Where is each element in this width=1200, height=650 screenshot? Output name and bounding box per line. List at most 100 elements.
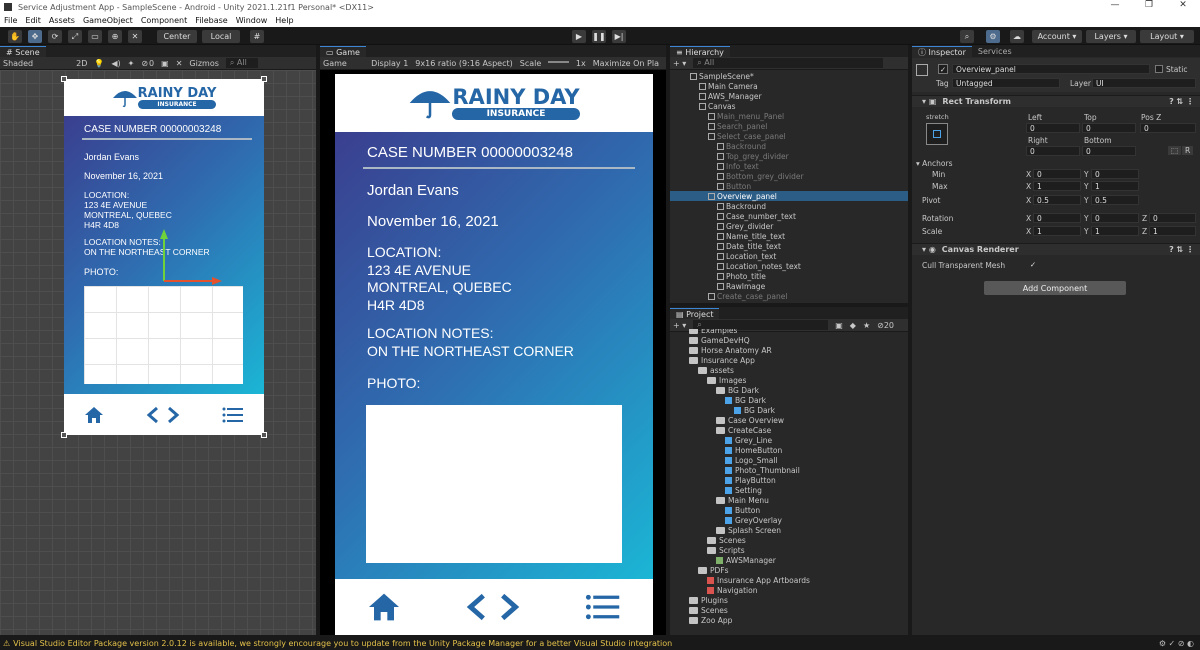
rotation-z-field[interactable]: 0 [1149, 213, 1196, 223]
project-item[interactable]: BG Dark [670, 385, 908, 395]
raw-edit-mode-icon[interactable]: R [1182, 146, 1194, 155]
scale-x-field[interactable]: 1 [1033, 226, 1081, 236]
toggle-2d-button[interactable]: 2D [76, 59, 87, 68]
posz-field[interactable]: 0 [1140, 123, 1196, 133]
menu-assets[interactable]: Assets [49, 16, 75, 25]
rect-handle-top-right[interactable] [261, 76, 267, 82]
aspect-dropdown[interactable]: 9x16 ratio (9:16 Aspect) [415, 59, 512, 68]
hierarchy-search-input[interactable]: ⌕ All [693, 58, 884, 68]
home-icon[interactable] [84, 406, 104, 424]
tab-inspector[interactable]: ⓘ Inspector [912, 46, 972, 57]
project-item[interactable]: Scenes [670, 605, 908, 615]
game-mode-dropdown[interactable]: Game [323, 59, 364, 68]
project-item[interactable]: Images [670, 375, 908, 385]
anchor-min-x-field[interactable]: 0 [1033, 169, 1081, 179]
project-item[interactable]: Main Menu [670, 495, 908, 505]
project-item[interactable]: Insurance App Artboards [670, 575, 908, 585]
menu-filebase[interactable]: Filebase [195, 16, 227, 25]
project-item[interactable]: PDFs [670, 565, 908, 575]
scene-search-input[interactable]: ⌕ All [225, 58, 258, 68]
move-tool-icon[interactable]: ✥ [28, 30, 42, 43]
project-item[interactable]: Navigation [670, 585, 908, 595]
project-item[interactable]: Setting [670, 485, 908, 495]
project-item[interactable]: Insurance App [670, 355, 908, 365]
rect-handle-top-left[interactable] [61, 76, 67, 82]
hierarchy-item[interactable]: Grey_divider [670, 221, 908, 231]
project-item[interactable]: Splash Screen [670, 525, 908, 535]
hierarchy-item[interactable]: Search_panel [670, 121, 908, 131]
hierarchy-item[interactable]: AWS_Manager [670, 91, 908, 101]
project-item[interactable]: CreateCase [670, 425, 908, 435]
scene-viewport[interactable]: RAINY DAY INSURANCE CASE NUMBER 00000003… [0, 70, 316, 635]
hierarchy-item[interactable]: Main Camera [670, 81, 908, 91]
blueprint-mode-icon[interactable]: ⬚ [1168, 146, 1182, 155]
rect-tool-icon[interactable]: ▭ [88, 30, 102, 43]
project-item[interactable]: PlayButton [670, 475, 908, 485]
tab-services[interactable]: Services [971, 46, 1018, 57]
project-item[interactable]: Horse Anatomy AR [670, 345, 908, 355]
hierarchy-item[interactable]: Bottom_grey_divider [670, 171, 908, 181]
shading-dropdown[interactable]: Shaded [3, 59, 33, 68]
project-item[interactable]: HomeButton [670, 445, 908, 455]
home-icon[interactable] [367, 592, 401, 622]
project-item[interactable]: Photo_Thumbnail [670, 465, 908, 475]
game-viewport[interactable]: RAINY DAY INSURANCE CASE NUMBER 00000003… [320, 70, 666, 635]
tab-hierarchy[interactable]: ≡ Hierarchy [670, 46, 730, 57]
camera-icon[interactable]: ▣ [161, 59, 169, 68]
hierarchy-item[interactable]: Date_title_text [670, 241, 908, 251]
active-checkbox[interactable]: ✓ [938, 64, 948, 74]
top-field[interactable]: 0 [1082, 123, 1136, 133]
layout-dropdown[interactable]: Layout ▾ [1140, 30, 1194, 43]
project-item[interactable]: Grey_Line [670, 435, 908, 445]
hierarchy-item[interactable]: Backround [670, 141, 908, 151]
scale-slider[interactable] [548, 61, 569, 63]
status-bar[interactable]: ⚠ Visual Studio Editor Package version 2… [0, 636, 1200, 650]
hand-tool-icon[interactable]: ✋ [8, 30, 22, 43]
hierarchy-item[interactable]: RawImage [670, 281, 908, 291]
pivot-y-field[interactable]: 0.5 [1091, 195, 1139, 205]
hidden-objects-icon[interactable]: ⊘ [141, 59, 148, 68]
hierarchy-item[interactable]: Create_case_panel [670, 291, 908, 301]
gizmos-dropdown[interactable]: Gizmos [189, 59, 218, 68]
scale-tool-icon[interactable]: ⤢ [68, 30, 82, 43]
account-dropdown[interactable]: Account ▾ [1032, 30, 1082, 43]
anchor-max-x-field[interactable]: 1 [1033, 181, 1081, 191]
step-button[interactable]: ▶| [612, 30, 626, 43]
rotation-x-field[interactable]: 0 [1033, 213, 1081, 223]
effects-icon[interactable]: ✦ [128, 59, 135, 68]
transform-tool-icon[interactable]: ⊕ [108, 30, 122, 43]
anchor-min-y-field[interactable]: 0 [1091, 169, 1139, 179]
project-item[interactable]: AWSManager [670, 555, 908, 565]
audio-icon[interactable]: ◀) [111, 59, 120, 68]
project-item[interactable]: Zoo App [670, 615, 908, 625]
maximize-button[interactable]: ❐ [1132, 0, 1166, 10]
hierarchy-item[interactable]: Top_grey_divider [670, 151, 908, 161]
menu-edit[interactable]: Edit [25, 16, 41, 25]
static-checkbox[interactable] [1155, 65, 1163, 73]
rect-handle-bottom-right[interactable] [261, 432, 267, 438]
menu-component[interactable]: Component [141, 16, 187, 25]
right-field[interactable]: 0 [1026, 146, 1080, 156]
search-icon[interactable]: ⌕ [960, 30, 974, 43]
create-button[interactable]: + ▾ [673, 59, 686, 68]
custom-tool-icon[interactable]: ✕ [128, 30, 142, 43]
canvas-renderer-header[interactable]: ▾ ◉ Canvas Renderer? ⇅ ⋮ [912, 243, 1200, 255]
project-item[interactable]: Logo_Small [670, 455, 908, 465]
prev-next-icon[interactable] [464, 592, 522, 622]
hierarchy-item[interactable]: Main_menu_Panel [670, 111, 908, 121]
hierarchy-item[interactable]: Photo_title [670, 271, 908, 281]
pivot-space-button[interactable]: Local [202, 30, 240, 43]
minimize-button[interactable]: — [1098, 0, 1132, 10]
hierarchy-item[interactable]: Backround [670, 201, 908, 211]
object-name-field[interactable]: Overview_panel [952, 64, 1150, 74]
bottom-field[interactable]: 0 [1082, 146, 1136, 156]
anchor-max-y-field[interactable]: 1 [1091, 181, 1139, 191]
component-settings-icon[interactable]: ? ⇅ ⋮ [1169, 245, 1194, 254]
menu-file[interactable]: File [4, 16, 17, 25]
project-item[interactable]: BG Dark [670, 395, 908, 405]
layer-dropdown[interactable]: UI [1092, 78, 1196, 88]
component-settings-icon[interactable]: ? ⇅ ⋮ [1169, 97, 1194, 106]
menu-icon[interactable] [585, 594, 621, 620]
rotation-y-field[interactable]: 0 [1091, 213, 1139, 223]
menu-help[interactable]: Help [275, 16, 293, 25]
